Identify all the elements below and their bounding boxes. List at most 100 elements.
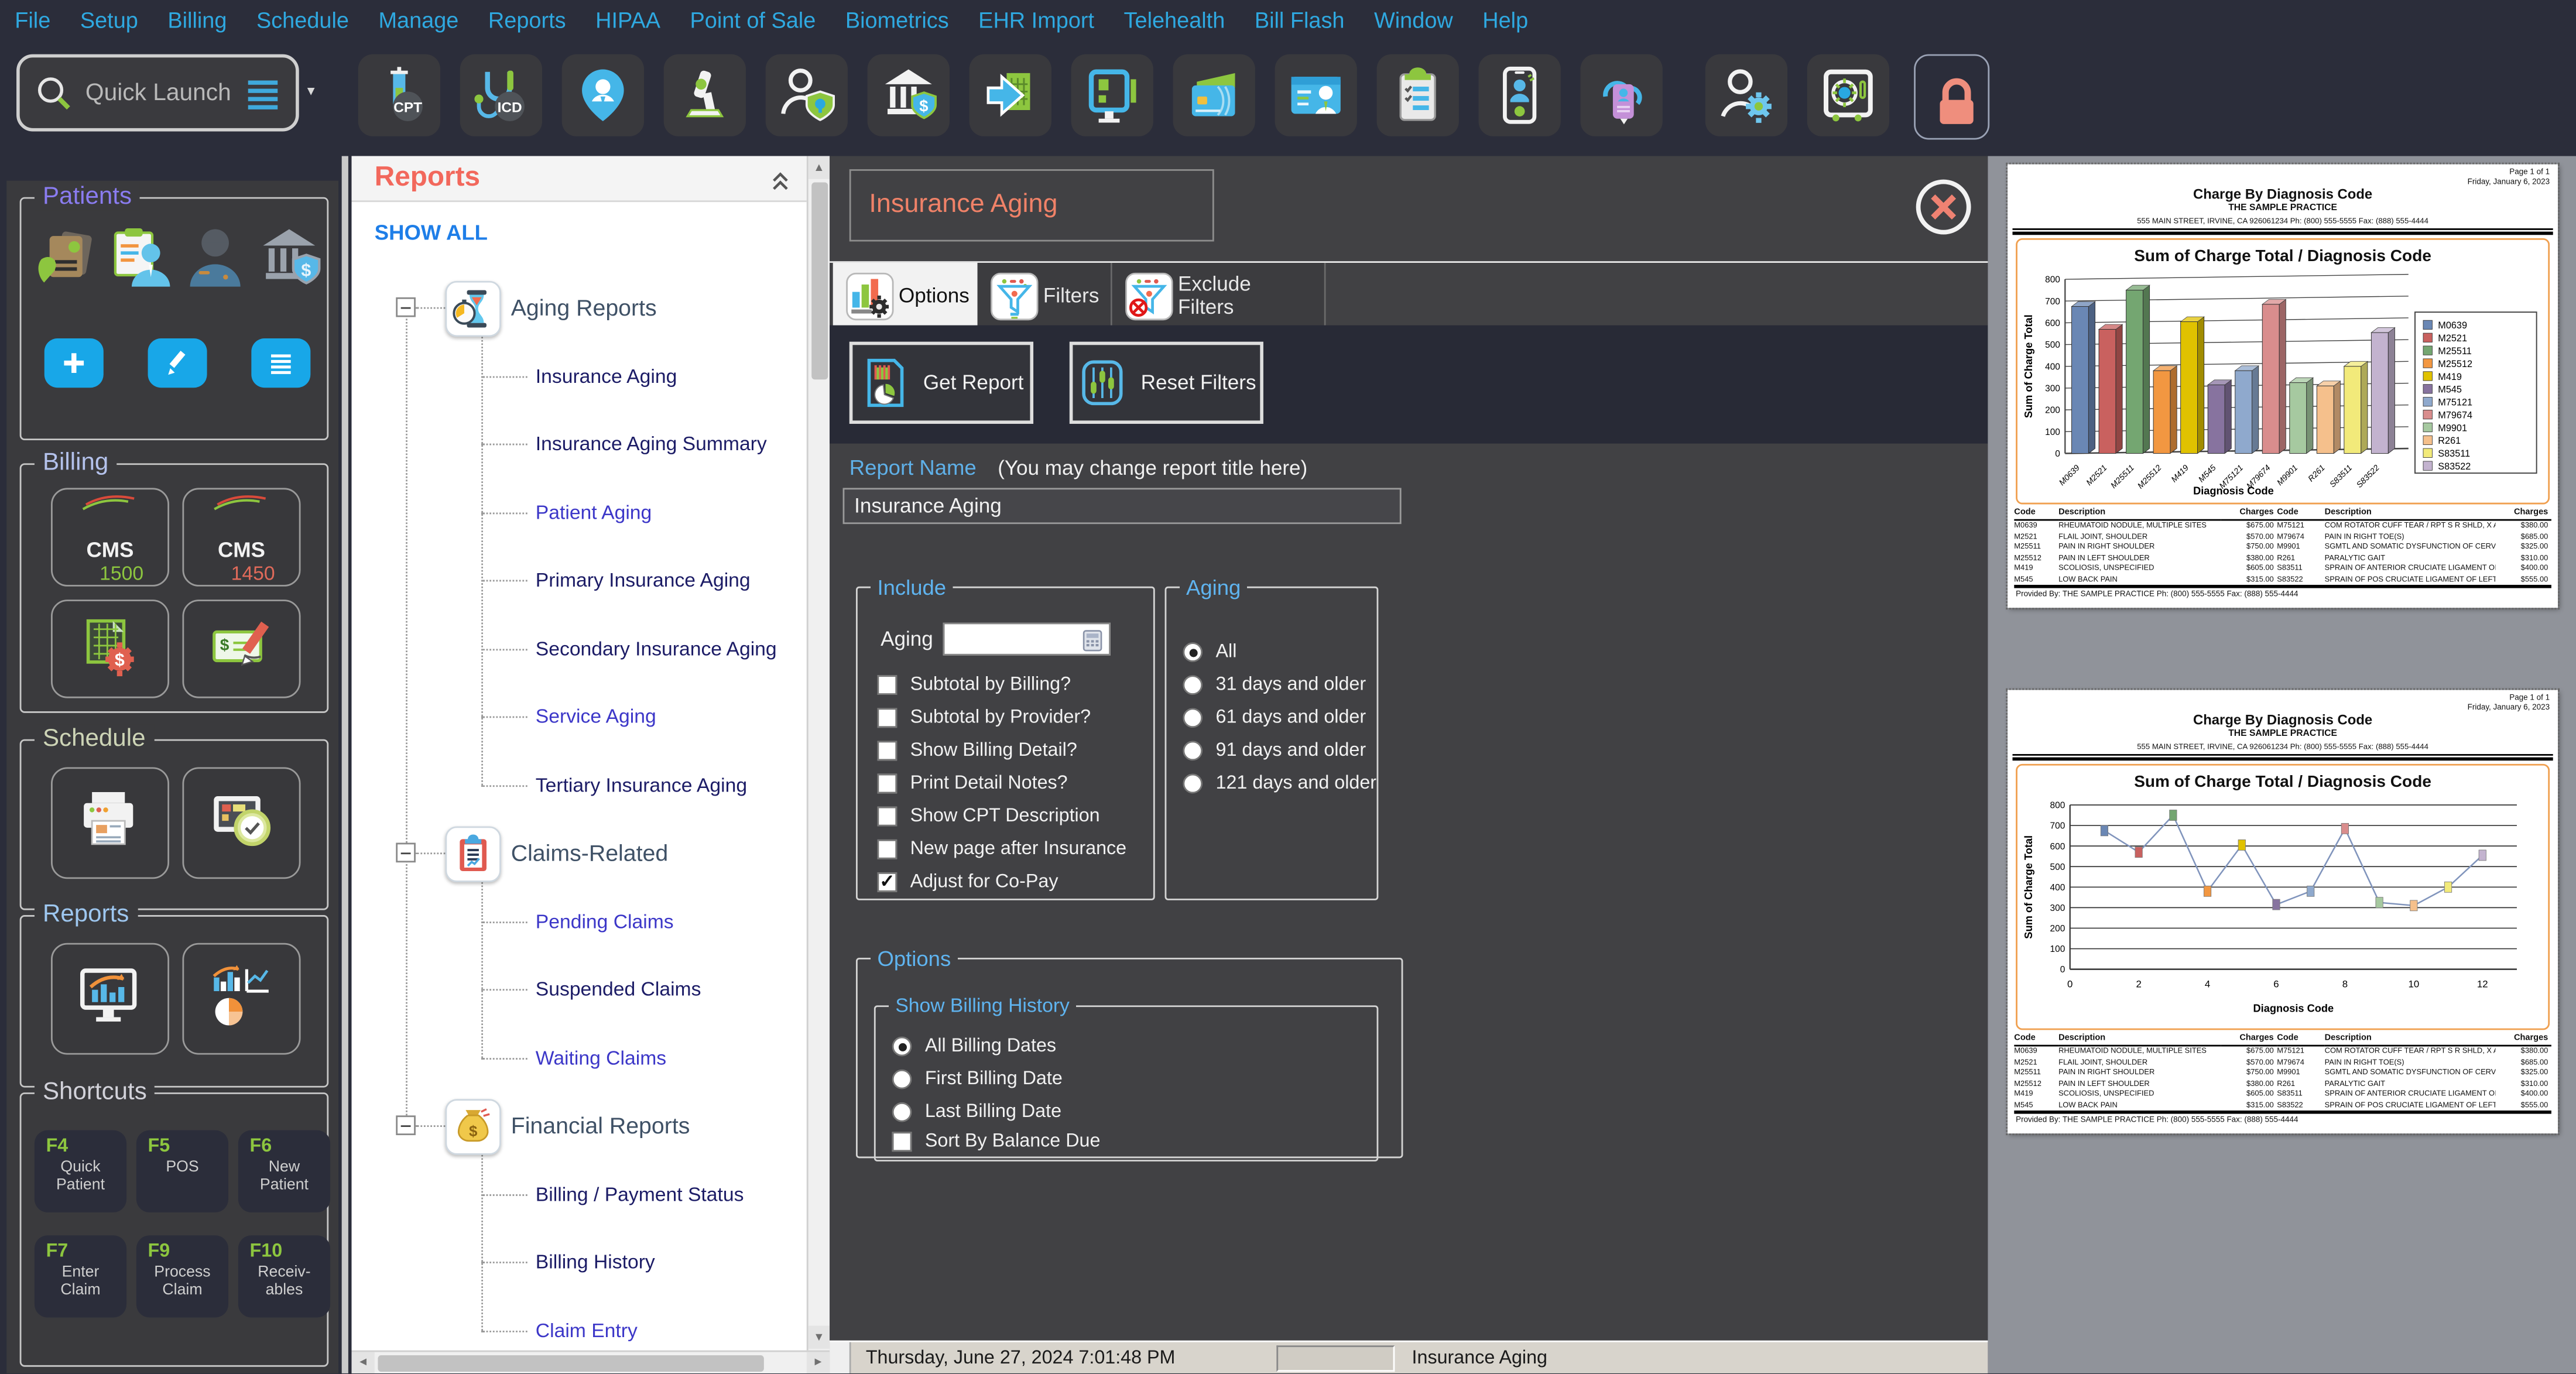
tree-item-insurance-aging-summary[interactable]: Insurance Aging Summary: [536, 432, 767, 455]
tree-item-tertiary-insurance-aging[interactable]: Tertiary Insurance Aging: [536, 774, 747, 797]
microscope-button[interactable]: [664, 54, 746, 136]
scroll-thumb[interactable]: [811, 182, 827, 379]
reset-filters-button[interactable]: Reset Filters: [1070, 342, 1263, 424]
tree-item-claim-entry[interactable]: Claim Entry: [536, 1319, 638, 1342]
tab-options[interactable]: Options: [833, 263, 978, 327]
checkbox-subtotal-by-billing-[interactable]: Subtotal by Billing?: [877, 675, 1071, 695]
checkbox-box[interactable]: [877, 675, 897, 695]
checkbox-box[interactable]: [877, 708, 897, 728]
radio-circle[interactable]: [892, 1070, 912, 1089]
tree-item-waiting-claims[interactable]: Waiting Claims: [536, 1046, 666, 1069]
get-report-button[interactable]: Get Report: [849, 342, 1033, 424]
bank-dollar-button[interactable]: $: [868, 54, 950, 136]
patient-clipboard-icon[interactable]: [108, 225, 174, 290]
caret-down-icon[interactable]: ▾: [307, 82, 315, 100]
radio-91-days-and-older[interactable]: 91 days and older: [1183, 741, 1366, 761]
radio-61-days-and-older[interactable]: 61 days and older: [1183, 708, 1366, 728]
tab-exclude-filters[interactable]: Exclude Filters: [1112, 263, 1326, 327]
shortcut-f5-button[interactable]: F5POS: [136, 1130, 228, 1212]
tree-item-pending-claims[interactable]: Pending Claims: [536, 910, 674, 933]
import-button[interactable]: [970, 54, 1051, 136]
tree-horizontal-scrollbar[interactable]: ◄►: [352, 1351, 830, 1373]
tree-item-billing-history[interactable]: Billing History: [536, 1250, 655, 1273]
radio-circle[interactable]: [1183, 675, 1203, 695]
menu-help[interactable]: Help: [1468, 0, 1543, 43]
checkbox-box[interactable]: [877, 774, 897, 794]
report-name-input[interactable]: [843, 488, 1402, 524]
charts-button[interactable]: [182, 943, 300, 1055]
radio-circle[interactable]: [892, 1037, 912, 1057]
checkbox-sort-by-balance-due[interactable]: Sort By Balance Due: [892, 1132, 1101, 1152]
tree-expand-toggle[interactable]: [396, 1115, 416, 1135]
scroll-thumb[interactable]: [378, 1355, 763, 1371]
scroll-right-arrow[interactable]: ►: [807, 1352, 830, 1373]
menu-bill-flash[interactable]: Bill Flash: [1240, 0, 1359, 43]
radio-31-days-and-older[interactable]: 31 days and older: [1183, 675, 1366, 695]
radio-all[interactable]: All: [1183, 642, 1236, 662]
lock-button[interactable]: [1914, 54, 1989, 140]
view-reports-button[interactable]: [51, 943, 169, 1055]
credit-card-button[interactable]: [1173, 54, 1255, 136]
patient-list-button[interactable]: [251, 338, 310, 388]
menu-file[interactable]: File: [0, 0, 66, 43]
menu-point-of-sale[interactable]: Point of Sale: [675, 0, 830, 43]
radio-circle[interactable]: [1183, 741, 1203, 761]
radio-121-days-and-older[interactable]: 121 days and older: [1183, 774, 1376, 794]
insurance-card-icon[interactable]: [35, 225, 100, 290]
tree-vertical-scrollbar[interactable]: ▲▼: [807, 156, 830, 1351]
tree-item-insurance-aging[interactable]: Insurance Aging: [536, 365, 677, 388]
tree-expand-toggle[interactable]: [396, 843, 416, 863]
appointments-button[interactable]: [182, 767, 300, 879]
scroll-up-arrow[interactable]: ▲: [809, 156, 830, 179]
user-gear-button[interactable]: [1705, 54, 1787, 136]
print-schedule-button[interactable]: [51, 767, 169, 879]
checkbox-new-page-after-insurance[interactable]: New page after Insurance: [877, 840, 1126, 859]
menu-setup[interactable]: Setup: [66, 0, 153, 43]
tree-item-primary-insurance-aging[interactable]: Primary Insurance Aging: [536, 568, 751, 591]
radio-circle[interactable]: [1183, 774, 1203, 794]
billing-statements-button[interactable]: $: [51, 599, 169, 698]
tree-node-claims-related[interactable]: Claims-Related: [511, 840, 669, 866]
radio-first-billing-date[interactable]: First Billing Date: [892, 1070, 1063, 1089]
menu-telehealth[interactable]: Telehealth: [1109, 0, 1239, 43]
report-preview-page-line[interactable]: Page 1 of 1Friday, January 6, 2023Charge…: [2008, 690, 2558, 1134]
scroll-left-arrow[interactable]: ◄: [352, 1352, 375, 1373]
patient-shield-button[interactable]: [766, 54, 848, 136]
vault-button[interactable]: [1807, 54, 1889, 136]
checkbox-show-billing-detail-[interactable]: Show Billing Detail?: [877, 741, 1077, 761]
radio-all-billing-dates[interactable]: All Billing Dates: [892, 1037, 1056, 1057]
radio-last-billing-date[interactable]: Last Billing Date: [892, 1102, 1061, 1122]
close-icon[interactable]: [1914, 177, 1973, 237]
scroll-down-arrow[interactable]: ▼: [809, 1326, 830, 1349]
shortcut-f7-button[interactable]: F7Enter Claim: [35, 1235, 126, 1317]
quick-launch-box[interactable]: Quick Launch: [16, 54, 299, 132]
sidebar-splitter[interactable]: [342, 156, 348, 1373]
menu-schedule[interactable]: Schedule: [242, 0, 364, 43]
patient-bank-icon[interactable]: $: [256, 225, 322, 290]
tree-item-billing-payment-status[interactable]: Billing / Payment Status: [536, 1183, 744, 1205]
menu-billing[interactable]: Billing: [153, 0, 242, 43]
radio-circle[interactable]: [1183, 642, 1203, 662]
cloud-sync-button[interactable]: [1580, 54, 1662, 136]
show-all-link[interactable]: SHOW ALL: [375, 220, 488, 245]
tree-item-patient-aging[interactable]: Patient Aging: [536, 501, 652, 524]
tree-node-financial-reports[interactable]: Financial Reports: [511, 1112, 690, 1139]
checkbox-box[interactable]: [877, 807, 897, 827]
checkbox-print-detail-notes-[interactable]: Print Detail Notes?: [877, 774, 1067, 794]
checkbox-adjust-for-co-pay[interactable]: ✓Adjust for Co-Pay: [877, 872, 1058, 892]
edit-patient-button[interactable]: [148, 338, 207, 388]
tree-item-service-aging[interactable]: Service Aging: [536, 705, 656, 728]
checkbox-box[interactable]: [877, 741, 897, 761]
menu-manage[interactable]: Manage: [364, 0, 473, 43]
menu-lines-icon[interactable]: [243, 73, 282, 112]
cms-1500-button[interactable]: CMS1500: [51, 488, 169, 586]
menu-reports[interactable]: Reports: [474, 0, 581, 43]
checkbox-box[interactable]: [877, 840, 897, 859]
radio-circle[interactable]: [892, 1102, 912, 1122]
shortcut-f10-button[interactable]: F10Receiv- ables: [238, 1235, 330, 1317]
icd-button[interactable]: ICD: [460, 54, 542, 136]
checkbox-subtotal-by-provider-[interactable]: Subtotal by Provider?: [877, 708, 1091, 728]
location-pin-button[interactable]: [562, 54, 644, 136]
checkbox-box[interactable]: ✓: [877, 872, 897, 892]
tree-node-aging-reports[interactable]: Aging Reports: [511, 294, 657, 320]
